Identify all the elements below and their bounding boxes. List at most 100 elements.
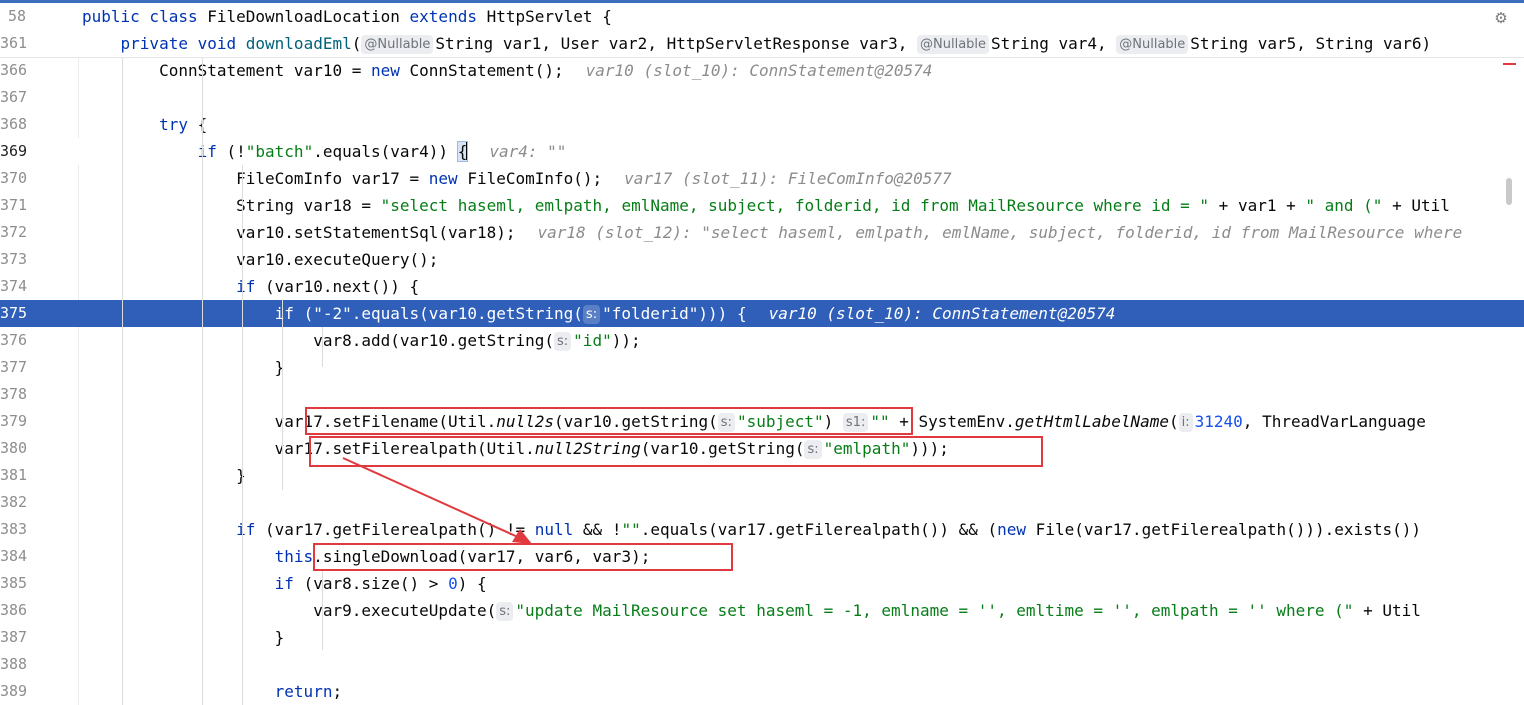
line-number[interactable]: 388 xyxy=(0,651,27,678)
code-token: String var18 = xyxy=(82,196,381,215)
indent-guide xyxy=(282,300,283,490)
debug-inline-value: var4: "" xyxy=(489,142,567,161)
code-line[interactable]: 368 try { xyxy=(0,111,1524,138)
code-line[interactable]: 366 ConnStatement var10 = new ConnStatem… xyxy=(0,57,1524,84)
line-number[interactable]: 386 xyxy=(0,597,27,624)
code-text: var8.add(var10.getString(s: "id")); xyxy=(82,327,641,354)
gear-icon[interactable]: ⚙ xyxy=(1492,9,1510,27)
code-token: ConnStatement(); xyxy=(409,61,564,80)
debug-inline-value: var10 (slot_10): ConnStatement@20574 xyxy=(585,61,933,80)
indent-guide xyxy=(242,165,243,705)
code-token: var10.executeQuery(); xyxy=(82,250,439,269)
code-line[interactable]: 375 if ("-2".equals(var10.getString(s: "f… xyxy=(0,300,1524,327)
code-text: FileComInfo var17 = new FileComInfo(); va… xyxy=(82,165,952,192)
line-number[interactable]: 375 xyxy=(0,300,27,327)
line-number[interactable]: 385 xyxy=(0,570,27,597)
line-number[interactable]: 58 xyxy=(0,3,26,30)
debug-inline-value: var10 (slot_10): ConnStatement@20574 xyxy=(768,304,1116,323)
code-line[interactable]: 372 var10.setStatementSql(var18); var18 (… xyxy=(0,219,1524,246)
code-token: HttpServlet { xyxy=(486,7,612,26)
code-token: return xyxy=(82,682,333,701)
code-token: var8.add(var10.getString( xyxy=(82,331,555,350)
code-token: if xyxy=(82,277,266,296)
line-number[interactable]: 373 xyxy=(0,246,27,273)
code-token: + Util xyxy=(1353,601,1421,620)
indent-guide xyxy=(122,57,123,705)
line-number[interactable]: 376 xyxy=(0,327,27,354)
code-token: (var8.size() > xyxy=(303,574,449,593)
inlay-hint: s: xyxy=(554,332,572,351)
code-token: if xyxy=(82,520,266,539)
line-number[interactable]: 374 xyxy=(0,273,27,300)
code-token: 31240 xyxy=(1194,412,1243,431)
code-token: { xyxy=(727,304,747,323)
line-number[interactable]: 377 xyxy=(0,354,27,381)
code-line[interactable]: 387 } xyxy=(0,624,1524,651)
line-number[interactable]: 380 xyxy=(0,435,27,462)
line-number[interactable]: 378 xyxy=(0,381,27,408)
code-line[interactable]: 58 public class FileDownloadLocation exte… xyxy=(0,3,1524,30)
scrollbar-thumb[interactable] xyxy=(1506,178,1512,205)
code-line[interactable]: 361 private void downloadEml( @Nullable St… xyxy=(0,30,1524,57)
code-text: ConnStatement var10 = new ConnStatement(… xyxy=(82,57,932,84)
line-number[interactable]: 366 xyxy=(0,57,27,84)
code-text: try { xyxy=(82,111,207,138)
code-token: "-2" xyxy=(313,304,352,323)
code-token: (var10.next()) { xyxy=(265,277,420,296)
code-token: "batch" xyxy=(245,142,314,161)
line-number[interactable]: 389 xyxy=(0,678,27,705)
line-number[interactable]: 367 xyxy=(0,84,27,111)
line-number[interactable]: 383 xyxy=(0,516,27,543)
code-token: 0 xyxy=(448,574,458,593)
code-token: downloadEml xyxy=(245,34,352,53)
code-token: File(var17.getFilerealpath())).exists()) xyxy=(1035,520,1421,539)
code-token: private void xyxy=(82,34,246,53)
code-line[interactable]: 383 if (var17.getFilerealpath() != null … xyxy=(0,516,1524,543)
line-number[interactable]: 368 xyxy=(0,111,27,138)
vertical-scrollbar[interactable] xyxy=(1512,57,1524,705)
code-token: new xyxy=(997,520,1036,539)
code-text: if (!"batch".equals(var4)) {var4: "" xyxy=(82,138,566,165)
code-token: ( xyxy=(351,34,362,53)
code-line[interactable]: 373 var10.executeQuery(); xyxy=(0,246,1524,273)
code-line[interactable]: 389 return; xyxy=(0,678,1524,705)
line-number[interactable]: 369 xyxy=(0,138,27,165)
code-token: new xyxy=(428,169,468,188)
line-number[interactable]: 379 xyxy=(0,408,27,435)
line-number[interactable]: 381 xyxy=(0,462,27,489)
line-number[interactable]: 370 xyxy=(0,165,27,192)
code-line[interactable]: 367 xyxy=(0,84,1524,111)
line-number[interactable]: 361 xyxy=(0,30,27,57)
code-line[interactable]: 369 if (!"batch".equals(var4)) {var4: "" xyxy=(0,138,1524,165)
code-token: try xyxy=(82,115,198,134)
code-token: ))) xyxy=(698,304,728,323)
code-line[interactable]: 386 var9.executeUpdate(s: "update MailRes… xyxy=(0,597,1524,624)
annotation-box-single-download xyxy=(313,543,733,571)
code-line[interactable]: 378 xyxy=(0,381,1524,408)
line-number[interactable]: 387 xyxy=(0,624,27,651)
line-number[interactable]: 372 xyxy=(0,219,27,246)
code-line[interactable]: 385 if (var8.size() > 0) { xyxy=(0,570,1524,597)
line-number[interactable]: 384 xyxy=(0,543,27,570)
code-line[interactable]: 388 xyxy=(0,651,1524,678)
code-line[interactable]: 382 xyxy=(0,489,1524,516)
code-text: if ("-2".equals(var10.getString(s: "folde… xyxy=(82,300,1115,327)
code-token: } xyxy=(82,628,285,647)
indent-guide xyxy=(322,327,323,367)
code-token: var10.setStatementSql(var18); xyxy=(82,223,516,242)
code-token: String var1, User var2, HttpServletRespo… xyxy=(435,34,918,53)
code-token: " and (" xyxy=(1305,196,1383,215)
code-text: public class FileDownloadLocation extend… xyxy=(82,3,612,30)
code-text: } xyxy=(82,354,285,381)
inlay-hint: @Nullable xyxy=(917,35,990,54)
code-line[interactable]: 376 var8.add(var10.getString(s: "id")); xyxy=(0,327,1524,354)
code-line[interactable]: 377 } xyxy=(0,354,1524,381)
code-line[interactable]: 374 if (var10.next()) { xyxy=(0,273,1524,300)
code-line[interactable]: 384 this.singleDownload(var17, var6, var… xyxy=(0,543,1524,570)
code-line[interactable]: 370 FileComInfo var17 = new FileComInfo(… xyxy=(0,165,1524,192)
line-number[interactable]: 382 xyxy=(0,489,27,516)
code-line[interactable]: 371 String var18 = "select haseml, emlpa… xyxy=(0,192,1524,219)
code-token: new xyxy=(370,61,410,80)
line-number[interactable]: 371 xyxy=(0,192,27,219)
code-token: ) { xyxy=(457,574,487,593)
